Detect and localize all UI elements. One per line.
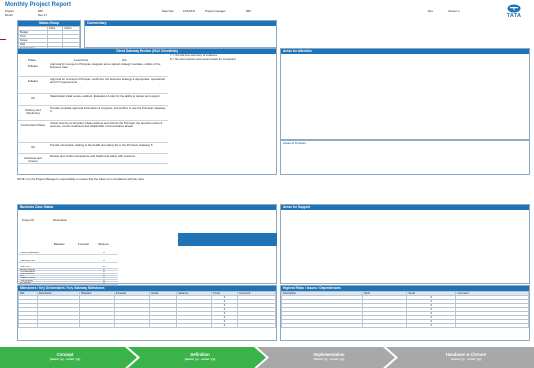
month-label: Month (5, 14, 13, 17)
business-case-approval-value: Description (53, 219, 67, 222)
gateway-col-desc-2: N = No short actions and owners listed f… (170, 58, 237, 61)
phase-dates: [mmm 'yy - mmm 'yy] (313, 357, 345, 361)
milestones-cell[interactable] (18, 322, 38, 328)
phase-dates: [mmm 'yy - mmm 'yy] (184, 357, 216, 361)
gateway-box: Client Gateway Review (2012 Checklists) … (17, 48, 277, 175)
risks-cell[interactable] (280, 322, 364, 328)
business-case-approval-label: Project ID (22, 219, 35, 222)
business-case-col-c: Variance (98, 242, 109, 246)
gateway-row: Initiation Approval for concept is Princi… (18, 77, 168, 94)
project-label: Project (5, 10, 14, 13)
status-box: Status Group Value Colour Budget Time Sc… (17, 20, 81, 51)
business-case-col-b: Forecast (78, 242, 89, 246)
gateway-row-desc: Provide information relating to the heal… (50, 143, 154, 147)
gateway-row-phase: Delivery and Monitoring (25, 109, 41, 116)
business-case-row-label: Capital Expenditure (20, 252, 40, 255)
gateway-row-desc: Check how the construction phase deliver… (50, 121, 163, 128)
tata-logo-icon (507, 4, 521, 13)
status-table: Value Colour Budget Time Scope Risk Stak… (18, 25, 81, 51)
gateway-row: G3 Stakeholder initial review, outlined. … (18, 94, 168, 106)
milestones-cell[interactable] (176, 322, 213, 328)
gateway-row-phase: Handover and Closure (24, 157, 42, 164)
gateway-row-phase: Initiation (27, 80, 39, 83)
support-box: Areas for Support (280, 204, 530, 284)
gateway-row: Initiation Approval for concept is Princi… (18, 62, 168, 77)
phase-implementation[interactable]: Implementation [mmm 'yy - mmm 'yy] (269, 347, 389, 368)
risks-table: Description RAG Trend Comment 00000000 (280, 290, 529, 328)
risks-cell[interactable] (362, 322, 408, 328)
project-value: ### (38, 10, 43, 13)
phase-dates: [mmm 'yy - mmm 'yy] (49, 357, 81, 361)
gateway-row: Construction Phase Check how the construc… (18, 121, 168, 143)
month-value: Dec-17 (38, 14, 48, 17)
code-value: Version 1 (448, 10, 460, 13)
business-case-row-value: £0 (103, 260, 106, 263)
gateway-row-phase: G5 (31, 146, 35, 149)
gateway-row: G5 Provide information relating to the he… (18, 143, 168, 154)
phase-name: Definition (190, 352, 210, 357)
business-case-col-d: Commentary (118, 242, 135, 246)
phase-definition[interactable]: Definition [mmm 'yy - mmm 'yy] (140, 347, 260, 368)
gateway-row-desc: Provide complete approval information & … (50, 106, 166, 113)
gateway-row: Handover and Closure Review and confirm a… (18, 154, 168, 164)
support-title: Areas for Support (281, 205, 529, 210)
brand-name: TATA (506, 13, 522, 19)
risks-cell[interactable] (455, 322, 529, 328)
phase-name: Implementation (313, 352, 345, 357)
gateway-title: Client Gateway Review (2012 Checklists) (18, 49, 276, 54)
gateway-row-phase: Initiation (27, 65, 39, 68)
concern-box: Areas of Concern (280, 140, 530, 175)
business-case-box: Business Case Status Project ID Descript… (17, 204, 277, 285)
business-case-band (178, 233, 277, 246)
concern-title: Areas of Concern (283, 142, 307, 145)
gateway-col-desc-1: Y = Yes tick box summary of evidence (170, 54, 218, 57)
report-title: Monthly Project Report (5, 2, 72, 8)
brand-logo: TATA (500, 4, 528, 21)
manager-value: ### (246, 10, 251, 13)
risks-row: 0 (280, 322, 529, 328)
milestones-table: Ref Description Baseline Forecast Actual Vari… (18, 290, 277, 328)
date-label: Date Rev (162, 10, 174, 13)
business-case-row: Operating Cost £0 (18, 260, 118, 264)
milestones-cell[interactable] (36, 322, 81, 328)
business-case-row: Capital Expenditure £0 (18, 252, 118, 256)
business-case-row-value: £0 (103, 281, 106, 284)
gateway-row-phase: G3 (31, 97, 35, 100)
gateway-row: Delivery and Monitoring Provide complete … (18, 106, 168, 121)
risks-cell[interactable]: 0 (406, 322, 457, 328)
phase-concept[interactable]: Concept [mmm 'yy - mmm 'yy] (0, 347, 130, 368)
milestones-cell[interactable]: 0 (211, 322, 238, 328)
row-marker (0, 39, 6, 41)
date-value: 12/5/2017 (183, 10, 196, 13)
attention-box: Areas for Attention (280, 48, 530, 140)
manager-label: Project manager (205, 10, 226, 13)
attention-title: Areas for Attention (281, 49, 529, 54)
code-label: Rev (428, 10, 433, 13)
gateway-row-desc: Approval for concept is Principal, navig… (50, 62, 161, 69)
milestones-cell[interactable] (79, 322, 116, 328)
business-case-row-label: Net Benefit (20, 281, 31, 284)
risks-box: Highest Risks / Issues / Dependencies De… (280, 285, 530, 341)
phase-handover[interactable]: Handover & Closure [mmm 'yy - mmm 'yy] (398, 347, 534, 368)
commentary-box: Commentary (84, 20, 277, 48)
milestones-cell[interactable] (236, 322, 277, 328)
milestones-cell[interactable] (148, 322, 178, 328)
gateway-row-desc: Review and confirm acceptance and health… (50, 154, 136, 158)
phase-name: Concept (56, 352, 74, 357)
phase-name: Handover & Closure (445, 352, 487, 357)
compliance-note: NOTE: It is the Project Manager's respon… (17, 178, 145, 181)
business-case-col-a: Baseline (54, 242, 65, 246)
gateway-row-desc: Stakeholder initial review, outlined. Ev… (50, 94, 161, 98)
business-case-row-value: £0 (103, 252, 106, 255)
milestones-row: 0 (18, 322, 277, 328)
commentary-title: Commentary (85, 21, 276, 26)
phase-dates: [mmm 'yy - mmm 'yy] (450, 357, 482, 361)
business-case-title: Business Case Status (18, 205, 276, 210)
milestones-box: Milestones / Key Deliverables / Key Gate… (17, 285, 277, 341)
gateway-row-desc: Approval for concept is Principal, confi… (50, 77, 165, 84)
business-case-row-label: Operating Cost (20, 260, 35, 263)
gateway-row-phase: Construction Phase (20, 124, 46, 127)
milestones-cell[interactable] (114, 322, 150, 328)
